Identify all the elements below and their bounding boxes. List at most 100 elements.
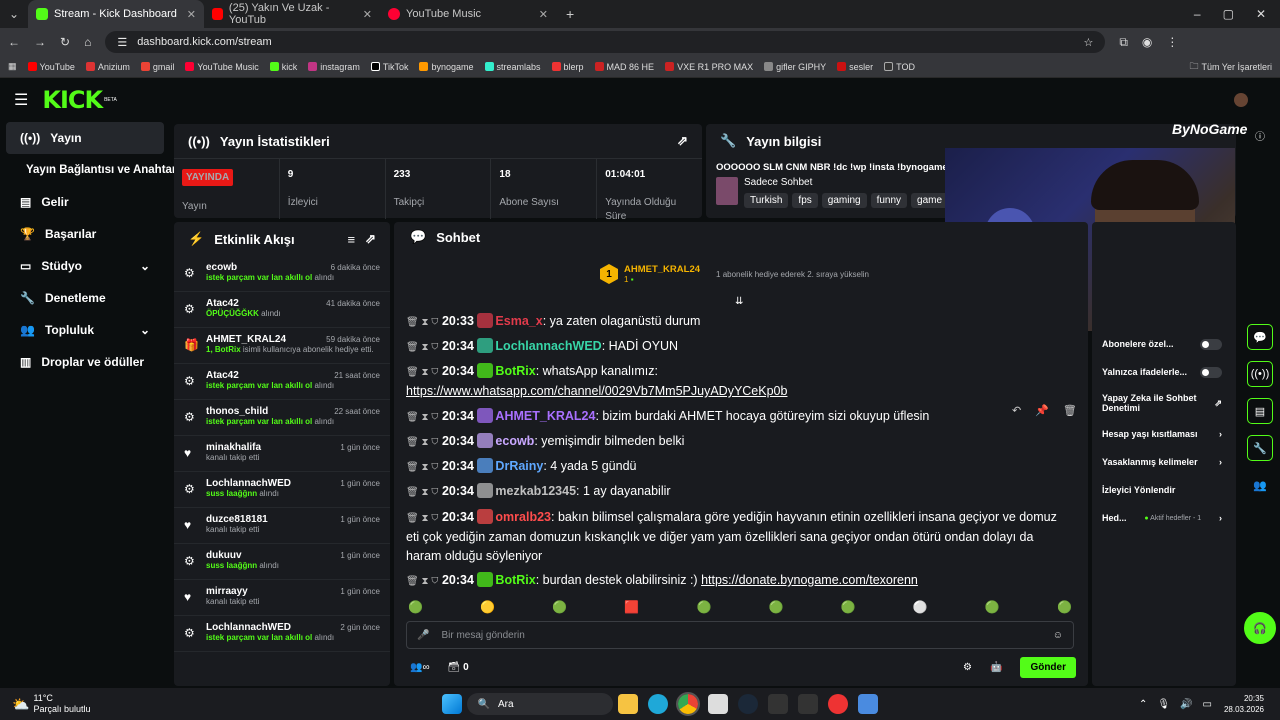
activity-item[interactable]: ⚙ ecowb 6 dakika önce istek parçam var lan … (174, 256, 390, 292)
tab-youtube[interactable]: (25) Yakın Ve Uzak - YouTub ✕ (204, 0, 380, 28)
sidebar-item-denetleme[interactable]: 🔧 Denetleme (6, 282, 164, 314)
sidebar-item-gelir[interactable]: ▤ Gelir (6, 186, 164, 218)
forward-icon[interactable]: → (34, 35, 46, 49)
close-tab-icon[interactable]: ✕ (539, 8, 548, 21)
chat-username[interactable]: BotRix (495, 364, 535, 378)
close-tab-icon[interactable]: ✕ (187, 8, 196, 21)
send-button[interactable]: Gönder (1020, 656, 1076, 678)
activity-item[interactable]: ⚙ thonos_child 22 saat önce istek parçam va… (174, 400, 390, 436)
activity-item[interactable]: ♥ minakhalifa 1 gün önce kanalı takip etti (174, 436, 390, 472)
bot-icon[interactable]: 🤖 (990, 662, 1002, 673)
home-icon[interactable]: ⌂ (84, 35, 91, 49)
edge-icon[interactable] (648, 694, 669, 714)
mod-tools-icons[interactable]: 🗑 ⧗ ⛉ (406, 342, 438, 353)
bookmark-item[interactable]: YouTube Music (185, 62, 259, 72)
bookmark-item[interactable]: sesler (837, 62, 873, 72)
mic-tray-icon[interactable]: 🎙 (1157, 699, 1170, 710)
chat-input[interactable]: 🎤 Bir mesaj gönderin ☺ (406, 621, 1074, 649)
weather-widget[interactable]: 11°C Parçalı bulutlu (33, 693, 90, 715)
setting-account-age[interactable]: Hesap yaşı kısıtlaması › (1092, 420, 1232, 448)
sidebar-item-droplar[interactable]: ▥ Droplar ve ödüller (6, 346, 164, 378)
app-icon[interactable] (798, 694, 819, 714)
site-info-icon[interactable]: ☰ (117, 36, 127, 49)
new-tab-icon[interactable]: + (556, 6, 584, 22)
close-tab-icon[interactable]: ✕ (363, 8, 372, 21)
chat-message[interactable]: 🗑 ⧗ ⛉ 20:34 ecowb: yemişimdir bilmeden b… (406, 432, 684, 452)
sidebar-item-topluluk[interactable]: 👥 Topluluk ⌄ (6, 314, 164, 346)
tray-chevron-icon[interactable]: ⌃ (1139, 699, 1147, 710)
bookmark-item[interactable]: gifler GIPHY (764, 62, 826, 72)
sidebar-item-studyo[interactable]: ▭ Stüdyo ⌄ (6, 250, 164, 282)
emote-icon[interactable]: 🟡 (480, 600, 495, 614)
users-icon[interactable]: 👥∞ (410, 662, 430, 673)
activity-item[interactable]: 🎁 AHMET_KRAL24 59 dakika önce 1, BotRix isi… (174, 328, 390, 364)
chrome-icon[interactable] (676, 692, 701, 716)
reply-icon[interactable]: ↶ (1012, 404, 1021, 417)
chest-icon[interactable]: 🗃 0 (448, 662, 469, 673)
windows-start-icon[interactable] (442, 694, 463, 714)
minimize-icon[interactable]: – (1194, 7, 1201, 21)
bookmark-star-icon[interactable]: ☆ (1083, 36, 1093, 49)
setting-subscribers-only[interactable]: Abonelere özel... (1092, 330, 1232, 358)
profile-icon[interactable]: ◉ (1142, 35, 1152, 49)
activity-item[interactable]: ⚙ dukuuv 1 gün önce suss laağğnn alındı (174, 544, 390, 580)
emote-icon[interactable]: 🟢 (841, 600, 856, 614)
bookmark-item[interactable]: gmail (140, 62, 174, 72)
wrench-rail-icon[interactable]: 🔧 (1247, 435, 1273, 461)
bookmark-item[interactable]: VXE R1 PRO MAX (665, 62, 753, 72)
chat-username[interactable]: BotRix (495, 573, 535, 587)
bookmark-item[interactable]: bynogame (419, 62, 474, 72)
chat-message[interactable]: 🗑 ⧗ ⛉ 20:34 BotRix: burdan destek olabil… (406, 571, 918, 591)
file-explorer-icon[interactable] (618, 694, 639, 714)
mod-tools-icons[interactable]: 🗑 ⧗ ⛉ (406, 487, 438, 498)
popout-icon[interactable]: ⇗ (365, 231, 376, 247)
bookmark-item[interactable]: streamlabs (484, 62, 541, 72)
chat-rail-icon[interactable]: 💬 (1247, 324, 1273, 350)
extensions-icon[interactable]: ⧉ (1119, 35, 1128, 50)
sidebar-item-yayin[interactable]: ((•)) Yayın (6, 122, 164, 154)
hamburger-menu-icon[interactable]: ☰ (14, 90, 28, 110)
epic-games-icon[interactable] (768, 694, 789, 714)
setting-banned-words[interactable]: Yasaklanmış kelimeler › (1092, 448, 1232, 476)
tab-search-icon[interactable]: ⌄ (0, 7, 28, 21)
emote-icon[interactable]: 🟢 (1057, 600, 1072, 614)
filter-icon[interactable]: ≡ (348, 232, 356, 247)
bookmark-item[interactable]: TikTok (370, 62, 408, 72)
toggle[interactable] (1200, 338, 1222, 350)
mod-tools-icons[interactable]: 🗑 ⧗ ⛉ (406, 317, 438, 328)
emote-icon[interactable]: 🟢 (985, 600, 1000, 614)
chat-message[interactable]: 🗑 ⧗ ⛉ 20:34 mezkab12345: 1 ay dayanabili… (406, 482, 671, 502)
mod-tools-icons[interactable]: 🗑 ⧗ ⛉ (406, 513, 438, 524)
setting-emotes-only[interactable]: Yalnızca ifadelerle... (1092, 358, 1232, 386)
tab-youtube-music[interactable]: YouTube Music ✕ (380, 0, 556, 28)
chat-username[interactable]: AHMET_KRAL24 (495, 409, 595, 423)
toggle[interactable] (1200, 366, 1222, 378)
maximize-icon[interactable]: ▢ (1223, 7, 1234, 21)
chat-link[interactable]: https://www.whatsapp.com/channel/0029Vb7… (406, 384, 787, 398)
popout-icon[interactable]: ⇗ (677, 133, 688, 149)
community-rail-icon[interactable]: 👥 (1247, 472, 1273, 498)
bookmark-item[interactable]: TOD (884, 62, 915, 72)
emote-icon[interactable]: 🟢 (408, 600, 423, 614)
activity-item[interactable]: ⚙ Atac42 41 dakika önce ÖPÜÇÜĞĞKK alındı (174, 292, 390, 328)
chat-username[interactable]: omralb23 (495, 510, 551, 524)
kick-logo[interactable]: KICK (42, 86, 103, 114)
clock[interactable]: 20:35 28.03.2026 (1224, 693, 1264, 715)
mod-tools-icons[interactable]: 🗑 ⧗ ⛉ (406, 576, 438, 587)
steam-icon[interactable] (738, 694, 759, 714)
streamlabs-icon[interactable] (828, 694, 849, 714)
emote-icon[interactable]: ⚪ (913, 600, 928, 614)
activity-item[interactable]: ♥ duzce818181 1 gün önce kanalı takip etti (174, 508, 390, 544)
taskbar-search[interactable]: 🔍 Ara (467, 693, 614, 715)
mod-tools-icons[interactable]: 🗑 ⧗ ⛉ (406, 462, 438, 473)
chat-message[interactable]: 🗑 ⧗ ⛉ 20:34 omralb23: bakın bilimsel çal… (406, 508, 1057, 566)
menu-icon[interactable]: ⋮ (1166, 35, 1178, 49)
url-input[interactable]: ☰ dashboard.kick.com/stream ☆ (105, 31, 1106, 53)
activity-item[interactable]: ⚙ LochlannachWED 1 gün önce suss laağğnn al… (174, 472, 390, 508)
store-icon[interactable] (708, 694, 729, 714)
mod-tools-icons[interactable]: 🗑 ⧗ ⛉ (406, 437, 438, 448)
emote-icon[interactable]: 🟢 (696, 600, 711, 614)
sidebar-item-basarilar[interactable]: 🏆 Başarılar (6, 218, 164, 250)
chat-scroll-down-icon[interactable]: ⇊ (735, 296, 743, 307)
chat-username[interactable]: ecowb (495, 434, 534, 448)
